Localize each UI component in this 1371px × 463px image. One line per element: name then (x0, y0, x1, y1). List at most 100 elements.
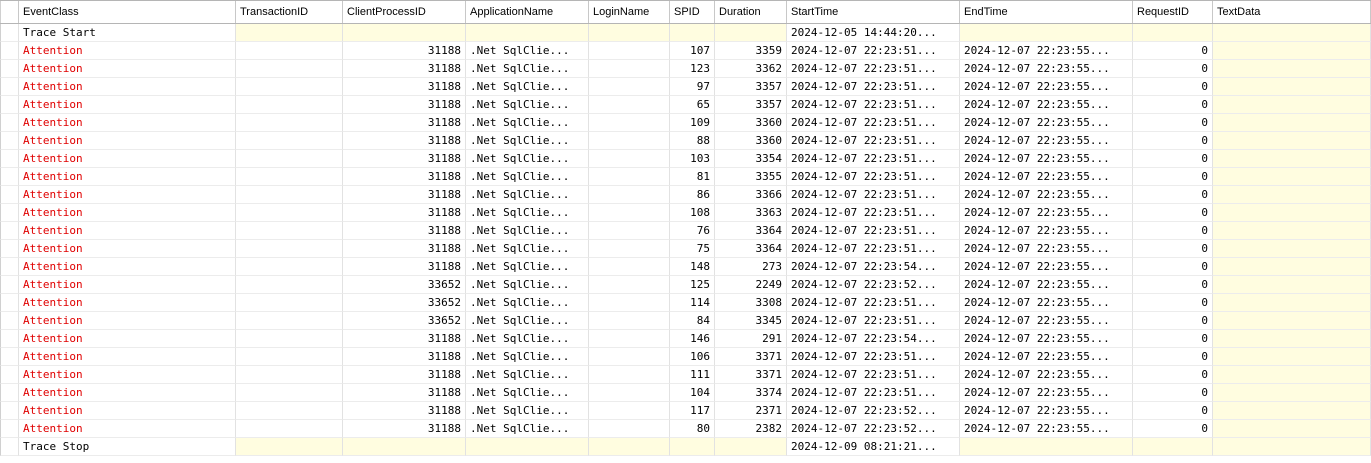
column-header-eventclass[interactable]: EventClass (19, 1, 236, 23)
row-selector[interactable] (0, 294, 19, 312)
column-header-loginname[interactable]: LoginName (589, 1, 670, 23)
end-time-cell: 2024-12-07 22:23:55... (960, 114, 1133, 132)
table-row[interactable]: Attention 31188 .Net SqlClie... 123 3362 2024… (0, 60, 1371, 78)
client-process-id-cell: 31188 (343, 150, 466, 168)
start-time-cell: 2024-12-09 08:21:21... (787, 438, 960, 456)
row-selector[interactable] (0, 204, 19, 222)
table-row[interactable]: Attention 31188 .Net SqlClie... 97 3357 2024-… (0, 78, 1371, 96)
column-header-endtime[interactable]: EndTime (960, 1, 1133, 23)
transaction-id-cell (236, 96, 343, 114)
row-selector[interactable] (0, 222, 19, 240)
end-time-cell: 2024-12-07 22:23:55... (960, 258, 1133, 276)
event-class-cell: Attention (19, 42, 236, 60)
transaction-id-cell (236, 258, 343, 276)
column-header-textdata[interactable]: TextData (1213, 1, 1371, 23)
table-row[interactable]: Attention 31188 .Net SqlClie... 148 273 2024-… (0, 258, 1371, 276)
table-row[interactable]: Trace Stop 2024-12-09 08:21:21... (0, 438, 1371, 456)
spid-cell: 86 (670, 186, 715, 204)
row-selector[interactable] (0, 312, 19, 330)
row-selector[interactable] (0, 186, 19, 204)
row-selector[interactable] (0, 96, 19, 114)
start-time-cell: 2024-12-07 22:23:54... (787, 258, 960, 276)
table-row[interactable]: Attention 31188 .Net SqlClie... 104 3374 2024… (0, 384, 1371, 402)
duration-cell: 3374 (715, 384, 787, 402)
column-header-spid[interactable]: SPID (670, 1, 715, 23)
table-row[interactable]: Attention 31188 .Net SqlClie... 107 3359 2024… (0, 42, 1371, 60)
login-name-cell (589, 420, 670, 438)
login-name-cell (589, 42, 670, 60)
text-data-cell (1213, 42, 1371, 60)
table-row[interactable]: Attention 33652 .Net SqlClie... 125 2249 2024… (0, 276, 1371, 294)
column-header-transactionid[interactable]: TransactionID (236, 1, 343, 23)
row-selector[interactable] (0, 132, 19, 150)
table-row[interactable]: Attention 31188 .Net SqlClie... 65 3357 2024-… (0, 96, 1371, 114)
row-selector[interactable] (0, 150, 19, 168)
row-selector[interactable] (0, 384, 19, 402)
column-header-clientprocessid[interactable]: ClientProcessID (343, 1, 466, 23)
event-class-cell: Attention (19, 276, 236, 294)
row-selector[interactable] (0, 258, 19, 276)
row-selector[interactable] (0, 114, 19, 132)
table-row[interactable]: Attention 31188 .Net SqlClie... 103 3354 2024… (0, 150, 1371, 168)
text-data-cell (1213, 294, 1371, 312)
spid-cell: 107 (670, 42, 715, 60)
row-selector[interactable] (0, 78, 19, 96)
start-time-cell: 2024-12-07 22:23:51... (787, 366, 960, 384)
table-row[interactable]: Attention 33652 .Net SqlClie... 114 3308 2024… (0, 294, 1371, 312)
duration-cell: 2249 (715, 276, 787, 294)
event-class-cell: Attention (19, 222, 236, 240)
application-name-cell: .Net SqlClie... (466, 420, 589, 438)
spid-cell (670, 24, 715, 42)
table-row[interactable]: Attention 31188 .Net SqlClie... 109 3360 2024… (0, 114, 1371, 132)
table-row[interactable]: Attention 31188 .Net SqlClie... 146 291 2024-… (0, 330, 1371, 348)
transaction-id-cell (236, 348, 343, 366)
start-time-cell: 2024-12-07 22:23:51... (787, 294, 960, 312)
table-row[interactable]: Attention 31188 .Net SqlClie... 80 2382 2024-… (0, 420, 1371, 438)
text-data-cell (1213, 384, 1371, 402)
row-selector[interactable] (0, 330, 19, 348)
login-name-cell (589, 438, 670, 456)
row-selector-header[interactable] (0, 1, 19, 23)
table-row[interactable]: Attention 31188 .Net SqlClie... 81 3355 2024-… (0, 168, 1371, 186)
table-row[interactable]: Attention 31188 .Net SqlClie... 88 3360 2024-… (0, 132, 1371, 150)
table-row[interactable]: Attention 31188 .Net SqlClie... 86 3366 2024-… (0, 186, 1371, 204)
login-name-cell (589, 348, 670, 366)
row-selector[interactable] (0, 276, 19, 294)
table-row[interactable]: Attention 31188 .Net SqlClie... 108 3363 2024… (0, 204, 1371, 222)
spid-cell: 80 (670, 420, 715, 438)
column-header-starttime[interactable]: StartTime (787, 1, 960, 23)
table-row[interactable]: Attention 31188 .Net SqlClie... 75 3364 2024-… (0, 240, 1371, 258)
end-time-cell: 2024-12-07 22:23:55... (960, 348, 1133, 366)
request-id-cell: 0 (1133, 402, 1213, 420)
row-selector[interactable] (0, 366, 19, 384)
row-selector[interactable] (0, 240, 19, 258)
application-name-cell: .Net SqlClie... (466, 276, 589, 294)
row-selector[interactable] (0, 402, 19, 420)
end-time-cell: 2024-12-07 22:23:55... (960, 78, 1133, 96)
end-time-cell: 2024-12-07 22:23:55... (960, 276, 1133, 294)
row-selector[interactable] (0, 24, 19, 42)
row-selector[interactable] (0, 438, 19, 456)
application-name-cell: .Net SqlClie... (466, 258, 589, 276)
column-header-duration[interactable]: Duration (715, 1, 787, 23)
row-selector[interactable] (0, 420, 19, 438)
text-data-cell (1213, 186, 1371, 204)
table-row[interactable]: Trace Start 2024-12-05 14:44:20... (0, 24, 1371, 42)
table-row[interactable]: Attention 33652 .Net SqlClie... 84 3345 2024-… (0, 312, 1371, 330)
spid-cell: 84 (670, 312, 715, 330)
table-row[interactable]: Attention 31188 .Net SqlClie... 76 3364 2024-… (0, 222, 1371, 240)
row-selector[interactable] (0, 60, 19, 78)
table-row[interactable]: Attention 31188 .Net SqlClie... 117 2371 2024… (0, 402, 1371, 420)
column-header-requestid[interactable]: RequestID (1133, 1, 1213, 23)
table-row[interactable]: Attention 31188 .Net SqlClie... 111 3371 2024… (0, 366, 1371, 384)
column-header-applicationname[interactable]: ApplicationName (466, 1, 589, 23)
request-id-cell: 0 (1133, 312, 1213, 330)
login-name-cell (589, 240, 670, 258)
row-selector[interactable] (0, 42, 19, 60)
application-name-cell: .Net SqlClie... (466, 168, 589, 186)
row-selector[interactable] (0, 348, 19, 366)
application-name-cell: .Net SqlClie... (466, 132, 589, 150)
row-selector[interactable] (0, 168, 19, 186)
table-row[interactable]: Attention 31188 .Net SqlClie... 106 3371 2024… (0, 348, 1371, 366)
duration-cell: 291 (715, 330, 787, 348)
